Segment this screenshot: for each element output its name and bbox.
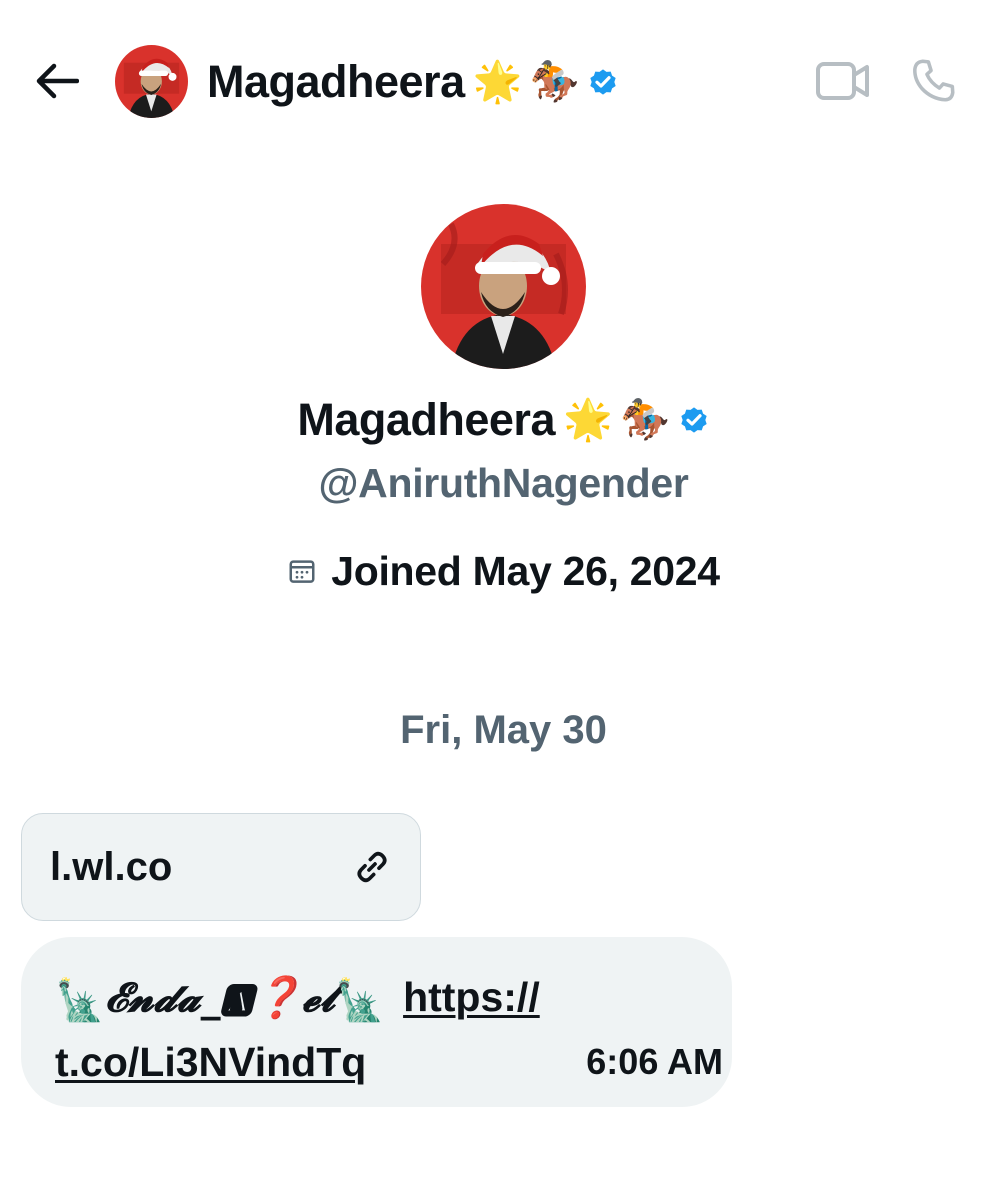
link-icon [357, 851, 387, 883]
horse-emoji: 🏇 [620, 397, 670, 443]
star-emoji: 🌟 [562, 397, 613, 443]
phone-icon [913, 59, 955, 102]
voice-call-button[interactable] [908, 56, 960, 106]
joined-text: Joined May 26, 2024 [331, 547, 720, 594]
profile-avatar[interactable] [421, 204, 586, 369]
message-line-1: 🗽 𝓔𝓷𝓭𝓪_🅰❓𝓮𝓽 🗽 https:// [55, 959, 725, 1021]
profile-name[interactable]: Magadheera 🌟 🏇 [0, 388, 1007, 452]
avatar-image [421, 204, 586, 369]
video-camera-icon [816, 62, 869, 100]
video-call-button[interactable] [815, 58, 871, 104]
header-title[interactable]: Magadheera 🌟 🏇 [207, 50, 619, 114]
statue-of-liberty-emoji: 🗽 [335, 978, 386, 1024]
profile-handle[interactable]: @AniruthNagender [0, 460, 1007, 516]
decorated-text: 𝓔𝓷𝓭𝓪_🅰❓𝓮𝓽 [104, 974, 336, 1021]
message-bubble[interactable]: 🗽 𝓔𝓷𝓭𝓪_🅰❓𝓮𝓽 🗽 https:// t.co/Li3NVindTq 6… [21, 937, 732, 1107]
joined-date: Joined May 26, 2024 [0, 543, 1007, 599]
message-link-part-1[interactable]: https:// [403, 974, 540, 1021]
verified-badge-icon [590, 69, 616, 95]
date-separator: Fri, May 30 [400, 708, 607, 752]
message-line-2: t.co/Li3NVindTq 6:06 AM [55, 1033, 725, 1091]
verified-badge-icon [680, 407, 707, 433]
conversation-header: Magadheera 🌟 🏇 [0, 0, 1007, 160]
star-emoji: 🌟 [472, 59, 523, 105]
arrow-left-icon [36, 63, 79, 99]
statue-of-liberty-emoji: 🗽 [55, 978, 105, 1024]
back-button[interactable] [32, 58, 82, 104]
avatar-image [115, 45, 188, 118]
message-link-part-2[interactable]: t.co/Li3NVindTq [55, 1039, 366, 1086]
horse-emoji: 🏇 [529, 59, 580, 105]
profile-name-text: Magadheera [297, 394, 555, 445]
link-domain: l.wl.co [50, 844, 173, 889]
header-avatar[interactable] [115, 45, 188, 118]
header-name: Magadheera [207, 56, 465, 107]
dm-conversation-screen: Magadheera 🌟 🏇 Magadheera 🌟 🏇 @AniruthNa… [0, 0, 1007, 1200]
message-timestamp: 6:06 AM [586, 1041, 723, 1082]
link-preview-card[interactable]: l.wl.co [21, 813, 421, 921]
calendar-icon [289, 560, 315, 583]
